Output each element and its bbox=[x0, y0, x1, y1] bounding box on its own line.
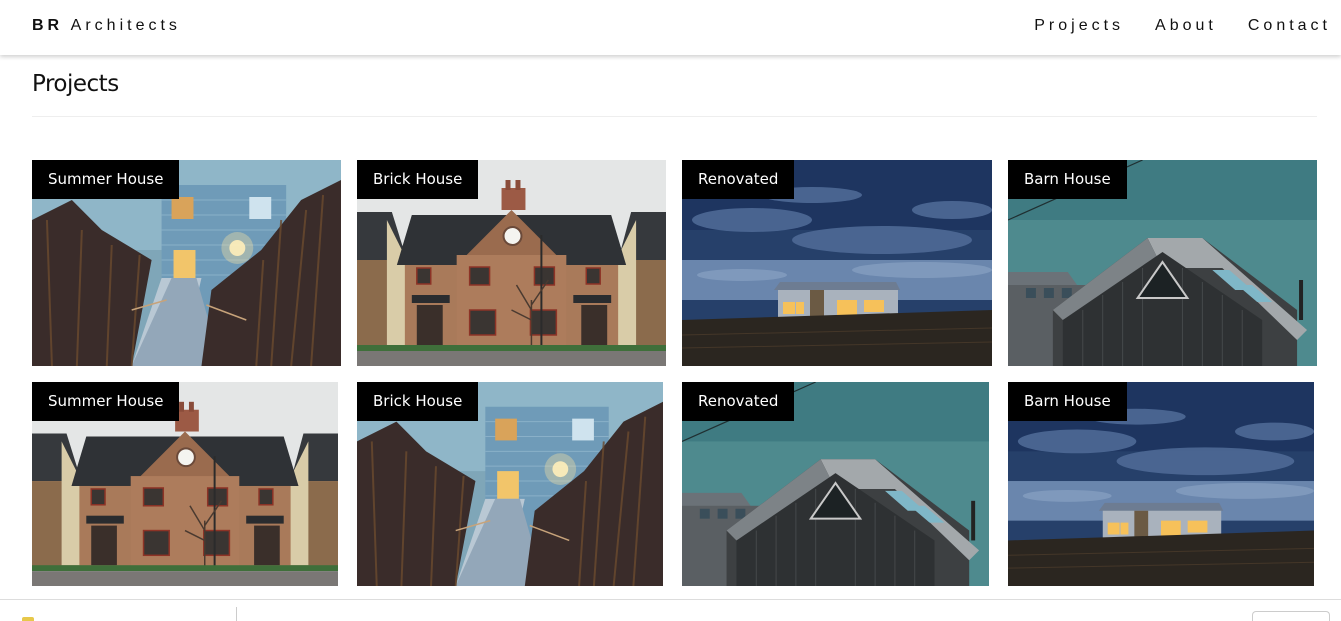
project-card-renovated[interactable]: Renovated bbox=[682, 160, 992, 366]
project-card-renovated[interactable]: Renovated bbox=[682, 382, 989, 586]
title-divider bbox=[32, 116, 1317, 117]
page-title: Projects bbox=[32, 71, 119, 97]
project-card-summer-house[interactable]: Summer House bbox=[32, 160, 341, 366]
project-label: Brick House bbox=[357, 382, 479, 421]
project-label: Brick House bbox=[357, 160, 479, 199]
project-label: Summer House bbox=[32, 382, 180, 421]
folder-icon[interactable] bbox=[22, 617, 34, 621]
brand-logo-link[interactable]: BR Architects bbox=[32, 17, 181, 35]
brand-initials: BR bbox=[32, 17, 64, 34]
project-label: Renovated bbox=[682, 160, 795, 199]
project-card-barn-house[interactable]: Barn House bbox=[1008, 382, 1314, 586]
nav-links: Projects About Contact bbox=[1003, 17, 1331, 35]
brand-name: Architects bbox=[70, 17, 181, 34]
bottom-bar-button[interactable] bbox=[1252, 611, 1330, 621]
nav-link-contact[interactable]: Contact bbox=[1248, 17, 1331, 35]
project-label: Barn House bbox=[1008, 160, 1127, 199]
navbar: BR Architects Projects About Contact bbox=[0, 0, 1341, 55]
nav-link-projects[interactable]: Projects bbox=[1034, 17, 1124, 35]
project-label: Renovated bbox=[682, 382, 795, 421]
project-card-brick-house[interactable]: Brick House bbox=[357, 382, 663, 586]
project-label: Barn House bbox=[1008, 382, 1127, 421]
project-card-summer-house[interactable]: Summer House bbox=[32, 382, 338, 586]
project-card-brick-house[interactable]: Brick House bbox=[357, 160, 666, 366]
project-label: Summer House bbox=[32, 160, 180, 199]
bottom-bar-divider bbox=[236, 607, 237, 621]
bottom-bar bbox=[0, 599, 1341, 621]
project-card-barn-house[interactable]: Barn House bbox=[1008, 160, 1317, 366]
nav-link-about[interactable]: About bbox=[1155, 17, 1217, 35]
